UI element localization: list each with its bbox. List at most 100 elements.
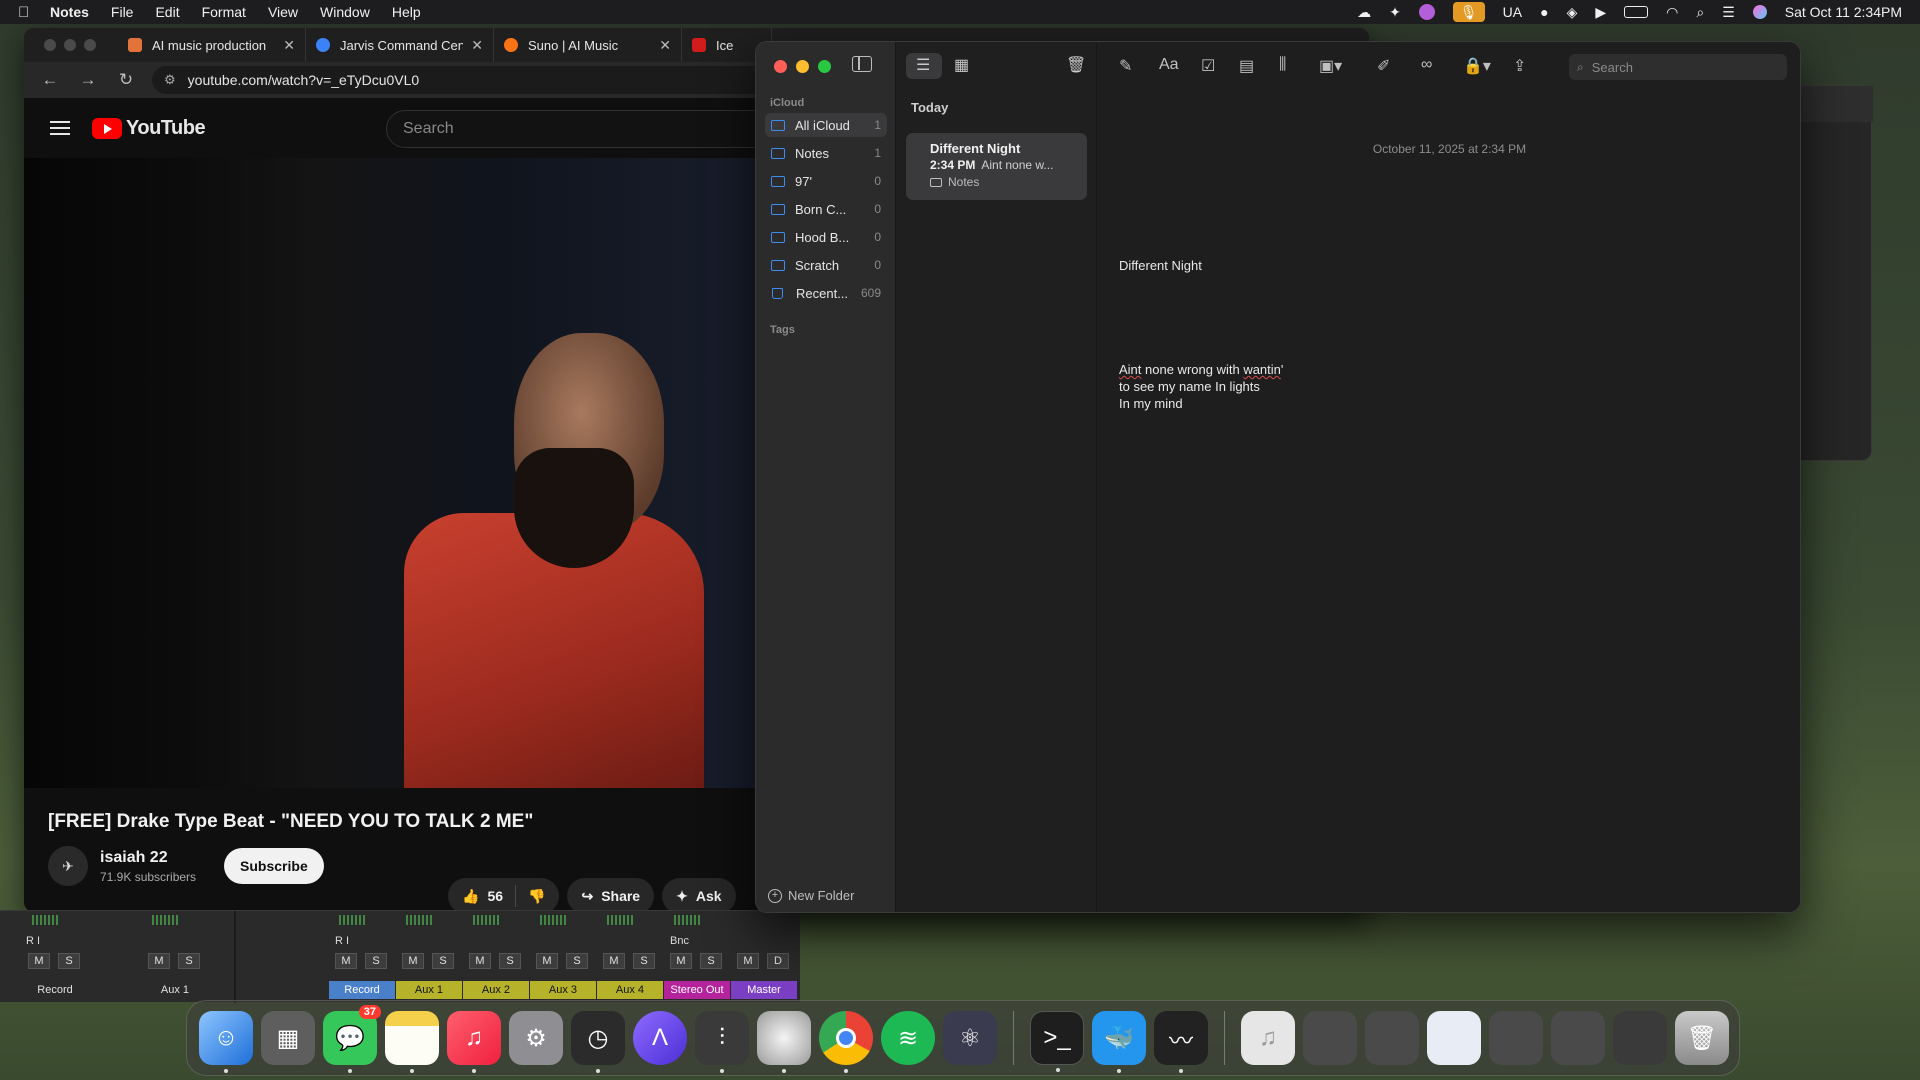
solo-button[interactable]: S <box>178 953 200 969</box>
bounce-button[interactable]: Bnc <box>670 935 689 947</box>
lock-icon[interactable]: 🔒▾ <box>1463 56 1491 76</box>
solo-button[interactable]: S <box>365 953 387 969</box>
folder-scratch[interactable]: Scratch 0 <box>765 253 887 277</box>
markup-icon[interactable]: ✐ <box>1377 56 1390 76</box>
like-count[interactable]: 56 <box>487 888 503 904</box>
spotify-icon[interactable]: ≋ <box>881 1011 935 1065</box>
mute-button[interactable]: M <box>536 953 558 969</box>
audio-waveform-icon[interactable]: ⫼ <box>1279 56 1286 74</box>
youtube-logo[interactable]: YouTube <box>92 117 206 140</box>
note-editor[interactable]: ✎ Aa ☑ ▤ ⫼ ▣▾ ✐ ∞ 🔒▾ ⇪ ⌕ Search October … <box>1097 42 1800 912</box>
system-settings-icon[interactable]: ⚙ <box>509 1011 563 1065</box>
dim-button[interactable]: D <box>767 953 789 969</box>
trash-icon[interactable]: 🗑 <box>1675 1011 1729 1065</box>
mute-button[interactable]: M <box>670 953 692 969</box>
control-center-icon[interactable]: ☰ <box>1722 4 1735 21</box>
electron-icon[interactable]: ⚛ <box>943 1011 997 1065</box>
siri-icon[interactable] <box>1752 5 1767 19</box>
close-tab-icon[interactable]: ✕ <box>283 37 295 54</box>
cloud-status-icon[interactable]: ☁ <box>1357 4 1371 21</box>
ask-button[interactable]: ✦ Ask <box>662 878 736 912</box>
minimize-window-button[interactable] <box>796 60 809 73</box>
zoom-window-button[interactable] <box>84 39 96 51</box>
menu-view[interactable]: View <box>268 4 298 20</box>
forward-icon[interactable]: → <box>76 70 100 90</box>
channel-avatar[interactable]: ✈ <box>48 846 88 886</box>
menu-window[interactable]: Window <box>320 4 370 20</box>
logic-icon[interactable]: ◷ <box>571 1011 625 1073</box>
browser-tab[interactable]: Jarvis Command Cen ✕ <box>306 28 494 62</box>
note-body-title[interactable]: Different Night <box>1119 258 1202 273</box>
window-thumb-icon[interactable] <box>1365 1011 1419 1065</box>
clock[interactable]: Sat Oct 11 2:34PM <box>1785 4 1902 20</box>
browser-tab[interactable]: Suno | AI Music ✕ <box>494 28 682 62</box>
apple-menu-icon[interactable]:  <box>18 4 36 21</box>
list-view-icon[interactable]: ☰ <box>916 55 930 75</box>
mask-icon[interactable]: ● <box>1540 4 1548 20</box>
mute-button[interactable]: M <box>737 953 759 969</box>
close-tab-icon[interactable]: ✕ <box>659 37 671 54</box>
app-status-icon[interactable] <box>1418 4 1435 20</box>
solo-button[interactable]: S <box>499 953 521 969</box>
menu-app-name[interactable]: Notes <box>50 4 89 20</box>
mute-button[interactable]: M <box>148 953 170 969</box>
record-input-buttons[interactable]: R I <box>26 935 40 947</box>
reload-icon[interactable]: ↻ <box>114 70 138 90</box>
mute-button[interactable]: M <box>603 953 625 969</box>
close-window-button[interactable] <box>774 60 787 73</box>
checklist-icon[interactable]: ☑ <box>1201 56 1215 76</box>
search-icon[interactable]: ⌕ <box>1696 4 1704 21</box>
streaming-icon[interactable]: ◈ <box>1567 4 1578 21</box>
menu-icon[interactable] <box>50 117 70 139</box>
folder-all-icloud[interactable]: All iCloud 1 <box>765 113 887 137</box>
sparkle-icon[interactable]: ✦ <box>1389 4 1401 21</box>
mute-button[interactable]: M <box>28 953 50 969</box>
mute-button[interactable]: M <box>335 953 357 969</box>
table-icon[interactable]: ▤ <box>1239 56 1254 76</box>
youtube-search-input[interactable]: Search <box>386 110 806 148</box>
play-circle-icon[interactable]: ▶ <box>1595 4 1606 21</box>
menu-edit[interactable]: Edit <box>155 4 179 20</box>
sidebar-toggle-icon[interactable] <box>852 56 872 72</box>
collaborate-icon[interactable]: ∞ <box>1421 56 1432 74</box>
compose-icon[interactable]: ✎ <box>1119 56 1132 76</box>
share-button[interactable]: ↪ Share <box>567 878 655 912</box>
docker-icon[interactable]: 🐳 <box>1092 1011 1146 1073</box>
folder-hood[interactable]: Hood B... 0 <box>765 225 887 249</box>
site-info-icon[interactable]: ⚙ <box>164 72 176 88</box>
terminal-icon[interactable]: >_ <box>1030 1011 1084 1072</box>
window-thumb-icon[interactable] <box>1551 1011 1605 1065</box>
notes-search-input[interactable]: ⌕ Search <box>1569 54 1787 80</box>
channel-name[interactable]: isaiah 22 <box>100 849 196 867</box>
note-list-item[interactable]: Different Night 2:34 PM Aint none w... No… <box>906 133 1087 200</box>
logic-pro-icon[interactable] <box>757 1011 811 1073</box>
solo-button[interactable]: S <box>432 953 454 969</box>
solo-button[interactable]: S <box>58 953 80 969</box>
misspelled-word[interactable]: wantin <box>1243 362 1281 377</box>
chrome-icon[interactable] <box>819 1011 873 1073</box>
notes-icon[interactable] <box>385 1011 439 1073</box>
back-icon[interactable]: ← <box>38 70 62 90</box>
microphone-icon[interactable]: 🎙 <box>1452 2 1485 22</box>
window-thumb-icon[interactable] <box>1427 1011 1481 1065</box>
wifi-icon[interactable]: ◠ <box>1666 4 1678 21</box>
delete-note-icon[interactable]: 🗑 <box>1066 55 1086 75</box>
gallery-view-icon[interactable]: ▦ <box>954 55 969 75</box>
music-file-icon[interactable]: ♫ <box>1241 1011 1295 1065</box>
window-thumb-icon[interactable] <box>1613 1011 1667 1065</box>
record-input-buttons[interactable]: R I <box>335 935 349 947</box>
subscribe-button[interactable]: Subscribe <box>224 848 324 884</box>
folder-recently-deleted[interactable]: Recent... 609 <box>765 281 887 305</box>
like-icon[interactable]: 👍 <box>462 888 479 905</box>
solo-button[interactable]: S <box>700 953 722 969</box>
window-thumb-icon[interactable] <box>1489 1011 1543 1065</box>
media-icon[interactable]: ▣▾ <box>1319 56 1342 76</box>
close-tab-icon[interactable]: ✕ <box>471 37 483 54</box>
avid-icon[interactable]: Λ <box>633 1011 687 1065</box>
launchpad-icon[interactable]: ▦ <box>261 1011 315 1065</box>
menu-help[interactable]: Help <box>392 4 421 20</box>
folder-born[interactable]: Born C... 0 <box>765 197 887 221</box>
share-icon[interactable]: ⇪ <box>1513 56 1526 76</box>
solo-button[interactable]: S <box>566 953 588 969</box>
mute-button[interactable]: M <box>469 953 491 969</box>
